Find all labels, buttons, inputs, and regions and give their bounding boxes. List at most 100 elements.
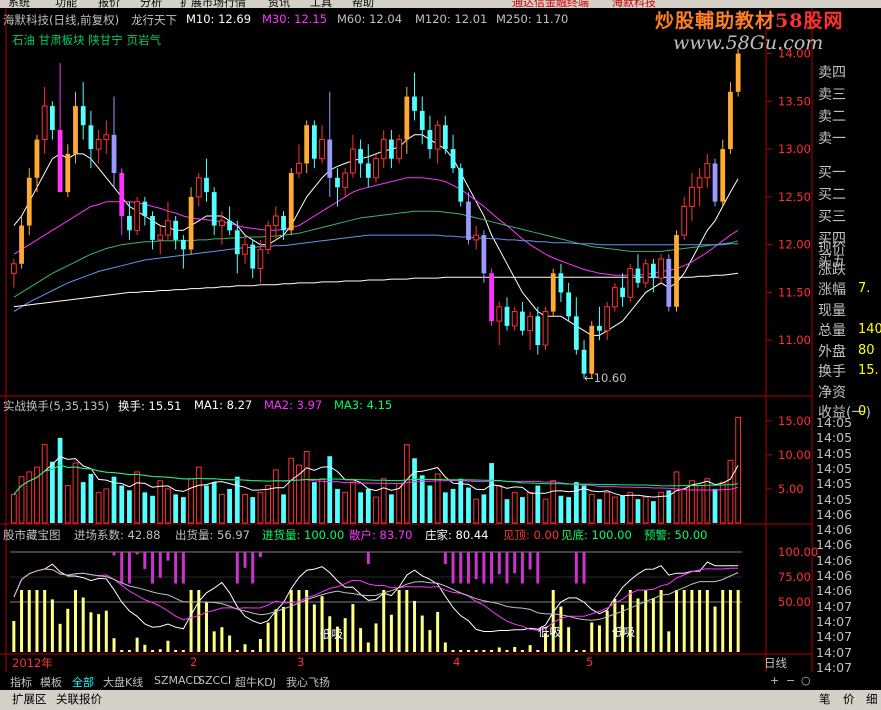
candle-body xyxy=(127,216,132,231)
candle-body xyxy=(558,273,564,293)
volume-bar xyxy=(380,478,387,524)
bottom-signal-bar xyxy=(366,552,370,565)
volume-bar xyxy=(349,481,356,524)
volume-bar xyxy=(604,491,611,524)
bottom-signal-bar xyxy=(513,552,517,574)
watermark-line1: 炒股輔助教材58股网 xyxy=(655,10,844,32)
tab-template[interactable]: 模板 xyxy=(40,674,62,689)
trade-time: 14:06 xyxy=(816,522,853,538)
candle-body xyxy=(550,273,556,312)
tab-custom[interactable]: 我心飞扬 xyxy=(286,674,330,689)
candle-body xyxy=(319,139,325,160)
oscillator-bar xyxy=(166,640,170,652)
ext-area-button[interactable]: 扩展区 xyxy=(12,691,47,707)
candle-body xyxy=(658,258,664,279)
candle-body xyxy=(412,96,417,111)
bottom-signal-bar xyxy=(497,552,501,575)
bottom-signal-bar xyxy=(235,552,239,584)
tab-szcci[interactable]: SZCCI xyxy=(198,674,231,689)
tab-all[interactable]: 全部 xyxy=(72,674,94,689)
oscillator-bar xyxy=(644,590,648,652)
volume-bar xyxy=(719,481,726,524)
candle-body xyxy=(358,149,363,164)
volume-bar xyxy=(611,496,618,524)
low-price-marker: ←10.60 xyxy=(584,371,627,385)
tab-szmacd[interactable]: SZMACD xyxy=(154,674,202,689)
volume-bar xyxy=(550,480,557,524)
tab-indicator[interactable]: 指标 xyxy=(10,674,32,689)
trade-time: 14:05 xyxy=(816,445,853,461)
candle-body xyxy=(365,163,371,178)
oscillator-bar xyxy=(420,615,424,652)
candle-body xyxy=(481,235,487,274)
candle-body xyxy=(165,220,171,236)
oscillator-bar xyxy=(690,590,694,652)
oscillator-bar xyxy=(312,604,316,652)
trade-time: 14:05 xyxy=(816,491,853,507)
oscillator-bar xyxy=(297,590,301,652)
price-tick-label: 13.00 xyxy=(778,142,811,156)
candle-body xyxy=(611,287,618,308)
tab-index-kline[interactable]: 大盘K线 xyxy=(103,674,143,689)
volume-bar xyxy=(311,482,317,523)
candlesticks xyxy=(10,48,741,379)
volume-bar xyxy=(319,478,325,524)
rp-tab-detail[interactable]: 细 xyxy=(866,691,878,707)
candle-body xyxy=(712,163,718,202)
candle-body xyxy=(65,153,71,193)
oscillator-bar xyxy=(197,590,201,652)
volume-bar xyxy=(281,494,286,523)
candle-body xyxy=(666,259,672,307)
rp-tab-trades[interactable]: 笔 xyxy=(819,691,831,707)
oscillator-bar xyxy=(667,631,671,652)
oscillator-bar xyxy=(705,590,709,652)
quote-value: 7. xyxy=(858,281,871,296)
candle-body xyxy=(288,173,294,231)
rp-tab-price[interactable]: 价 xyxy=(843,691,855,707)
bottom-signal-bar xyxy=(482,552,486,584)
oscillator-bar xyxy=(212,631,216,652)
candle-body xyxy=(88,125,94,150)
indicator-tick-label: 50.00 xyxy=(778,595,811,609)
volume-bar xyxy=(119,485,125,523)
trade-time: 14:06 xyxy=(816,552,853,568)
reset-button[interactable]: ○ xyxy=(801,674,811,689)
volume-bar xyxy=(250,497,256,523)
candle-body xyxy=(496,306,503,322)
candle-body xyxy=(272,215,279,227)
retail-legend: 散户: 83.70 xyxy=(349,528,413,542)
candle-body xyxy=(466,201,471,240)
candle-body xyxy=(242,244,248,255)
volume-bar xyxy=(620,495,625,523)
ma120-legend: M120: 12.01 xyxy=(415,12,488,26)
quote-label: 净资 xyxy=(818,384,846,401)
candle-body xyxy=(419,110,425,130)
tab-kdj[interactable]: 超牛KDJ xyxy=(235,674,276,689)
oscillator-bar xyxy=(20,590,24,652)
bid-level-label: 买三 xyxy=(818,209,846,225)
candle-body xyxy=(442,125,448,150)
oscillator-bar xyxy=(289,590,293,652)
oscillator-bar xyxy=(536,650,540,652)
candle-body xyxy=(173,220,179,240)
volume-tick-label: 15.00 xyxy=(778,414,811,428)
trade-time: 14:05 xyxy=(816,460,853,476)
bottom-signal-bar xyxy=(528,552,532,570)
bottom-signal-bar xyxy=(490,552,494,584)
zoom-in-button[interactable]: + xyxy=(770,674,779,689)
bottom-signal-bar xyxy=(174,552,178,584)
candle-body xyxy=(188,196,194,250)
zoom-out-button[interactable]: − xyxy=(786,674,795,689)
x-axis-year: 2012年 xyxy=(12,656,53,670)
candle-body xyxy=(349,148,356,174)
candle-body xyxy=(527,315,533,332)
ma60-legend: M60: 12.04 xyxy=(337,12,403,26)
shipment-legend: 出货量: 56.97 xyxy=(175,528,250,542)
oscillator-bar xyxy=(151,650,155,652)
candle-body xyxy=(642,263,649,284)
candle-body xyxy=(674,235,679,307)
turnover-legend: 换手: 15.51 xyxy=(118,399,182,413)
related-quote-button[interactable]: 关联报价 xyxy=(56,691,102,707)
bottom-signal-bar xyxy=(120,552,124,584)
candle-body xyxy=(504,306,510,326)
